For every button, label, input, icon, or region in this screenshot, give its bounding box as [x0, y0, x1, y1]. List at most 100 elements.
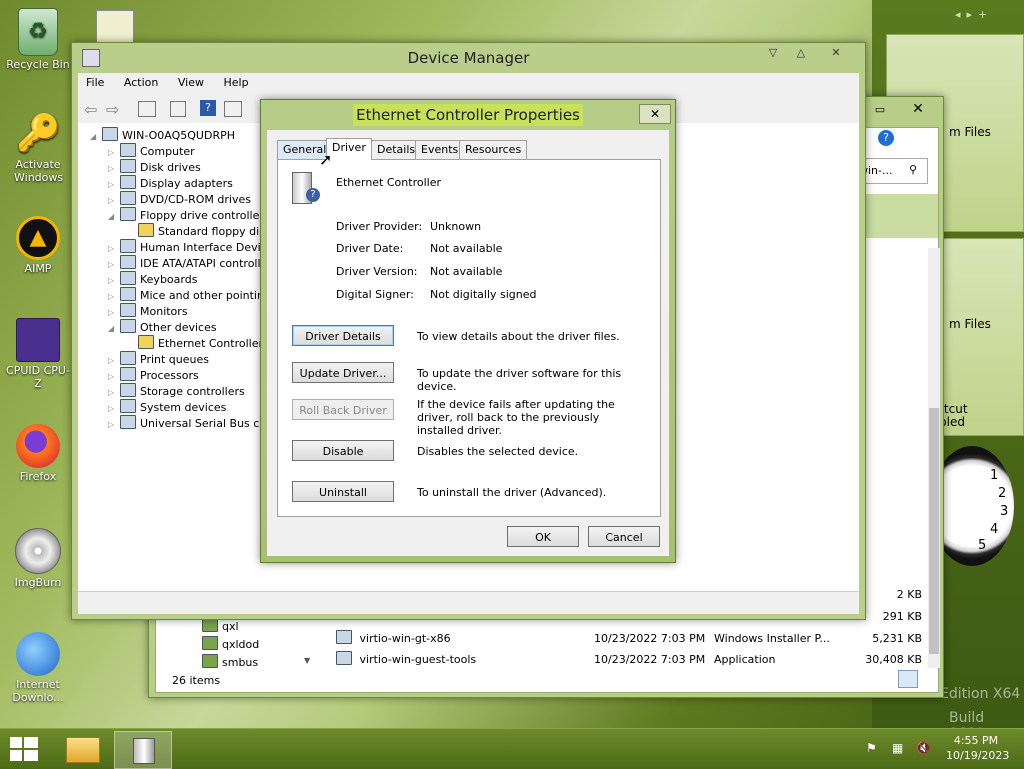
- folder-pane: qxl qxldod smbus ▼: [156, 616, 312, 676]
- driver-details-button[interactable]: Driver Details: [292, 325, 394, 346]
- back-arrow-icon[interactable]: ⇦: [84, 100, 97, 119]
- folder-item-smbus[interactable]: smbus: [156, 652, 312, 673]
- desktop-icon-cpuz[interactable]: CPUID CPU-Z: [4, 318, 72, 390]
- tree-item[interactable]: ◢ Floppy drive controllers: [90, 207, 270, 223]
- tree-item-label: Processors: [140, 369, 199, 382]
- tree-item[interactable]: ▷ Print queues: [90, 351, 209, 367]
- chevron-down-icon[interactable]: ▼: [304, 656, 310, 665]
- tree-item[interactable]: ▷ IDE ATA/ATAPI controlle: [90, 255, 267, 271]
- desktop-icon-activate-windows[interactable]: 🔑 Activate Windows: [4, 112, 72, 184]
- driver-provider-value: Unknown: [430, 220, 482, 233]
- properties-grid-icon[interactable]: [138, 101, 156, 117]
- tree-item[interactable]: ▷ Disk drives: [90, 159, 201, 175]
- minimize-button[interactable]: ▽: [760, 43, 786, 63]
- tab-events[interactable]: Events: [415, 140, 465, 159]
- dialog-close-button[interactable]: ✕: [639, 104, 671, 124]
- device-name: Ethernet Controller: [336, 176, 441, 189]
- tree-item[interactable]: ▷ Computer: [90, 143, 195, 159]
- desktop-icon-imgburn[interactable]: ImgBurn: [4, 528, 72, 589]
- tree-item[interactable]: ▷ Human Interface Devices: [90, 239, 270, 255]
- tree-item[interactable]: ▷ Universal Serial Bus contr: [90, 415, 270, 431]
- document-icon[interactable]: [170, 101, 186, 117]
- update-driver-button[interactable]: Update Driver...: [292, 362, 394, 383]
- device-category-icon: [120, 415, 136, 429]
- tree-item[interactable]: Ethernet Controller: [90, 335, 263, 351]
- desktop-icon-recycle-bin[interactable]: ♻ Recycle Bin: [4, 8, 72, 71]
- disable-button[interactable]: Disable: [292, 440, 394, 461]
- folder-icon: [202, 618, 218, 632]
- explorer-close-button[interactable]: ✕: [905, 101, 931, 119]
- taskbar-file-explorer[interactable]: [56, 731, 108, 767]
- properties-dialog[interactable]: Ethernet Controller Properties ✕ General…: [260, 99, 676, 563]
- menu-help[interactable]: Help: [215, 73, 256, 93]
- tree-item-label: Ethernet Controller: [158, 337, 263, 350]
- taskbar: ⚑ ▦ 🔇 4:55 PM 10/19/2023: [0, 728, 1024, 769]
- grid-icon[interactable]: [224, 101, 242, 117]
- unknown-device-icon: ?: [306, 188, 320, 202]
- tree-item[interactable]: ▷ Mice and other pointing d: [90, 287, 270, 303]
- tree-item[interactable]: ◢ Other devices: [90, 319, 217, 335]
- flag-icon[interactable]: ⚑: [866, 741, 880, 755]
- desktop-icon-aimp[interactable]: ▲ AIMP: [4, 216, 72, 275]
- file-size-partial: 291 KB: [882, 610, 922, 623]
- volume-muted-icon[interactable]: 🔇: [916, 741, 931, 755]
- uninstall-button[interactable]: Uninstall: [292, 481, 394, 502]
- tree-item[interactable]: ▷ System devices: [90, 399, 226, 415]
- tab-details[interactable]: Details: [371, 140, 422, 159]
- large-icons-view-button[interactable]: [920, 670, 934, 686]
- forward-arrow-icon[interactable]: ⇨: [106, 100, 119, 119]
- tree-item[interactable]: ▷ DVD/CD-ROM drives: [90, 191, 251, 207]
- explorer-scrollbar[interactable]: [928, 248, 940, 668]
- tree-item[interactable]: Standard floppy disk: [90, 223, 270, 239]
- help-icon[interactable]: ?: [878, 130, 894, 146]
- start-button[interactable]: [10, 737, 38, 761]
- close-button[interactable]: ✕: [816, 43, 856, 63]
- search-icon[interactable]: ⚲: [909, 163, 917, 176]
- tree-item[interactable]: ▷ Storage controllers: [90, 383, 245, 399]
- menu-action[interactable]: Action: [116, 73, 166, 93]
- desktop-icon-internet-download[interactable]: Internet Downlo...: [4, 632, 72, 704]
- folder-name: qxldod: [222, 638, 260, 651]
- file-size: 30,408 KB: [865, 653, 922, 666]
- expand-closed-icon[interactable]: ▷: [108, 417, 120, 433]
- tree-item[interactable]: ▷ Processors: [90, 367, 199, 383]
- ok-button[interactable]: OK: [507, 526, 579, 547]
- scrollbar-thumb[interactable]: [929, 408, 939, 654]
- tree-item[interactable]: ◢ WIN-O0AQ5QUDRPH: [90, 127, 235, 143]
- gadget-nav-arrows[interactable]: ◂▸+: [955, 8, 993, 21]
- menu-file[interactable]: File: [78, 73, 112, 93]
- roll-back-driver-button[interactable]: Roll Back Driver: [292, 399, 394, 420]
- details-view-button[interactable]: [898, 670, 918, 688]
- tree-item[interactable]: ▷ Keyboards: [90, 271, 197, 287]
- taskbar-device-manager[interactable]: [114, 731, 172, 769]
- desktop-file-icon[interactable]: [96, 10, 134, 46]
- desktop-icon-firefox[interactable]: Firefox: [4, 424, 72, 483]
- maximize-button[interactable]: △: [788, 43, 814, 63]
- tree-item-label: Floppy drive controllers: [140, 209, 270, 222]
- clock-number: 5: [978, 538, 987, 553]
- tree-item-label: Other devices: [140, 321, 217, 334]
- device-category-icon: [120, 303, 136, 317]
- file-row[interactable]: virtio-win-guest-tools 10/23/2022 7:03 P…: [336, 649, 926, 670]
- explorer-restore-button[interactable]: ▭: [869, 103, 891, 121]
- clock[interactable]: 4:55 PM 10/19/2023: [946, 733, 1009, 763]
- tree-item[interactable]: ▷ Display adapters: [90, 175, 233, 191]
- tree-item[interactable]: ▷ Monitors: [90, 303, 188, 319]
- desktop-icon-label: CPUID CPU-Z: [6, 364, 70, 390]
- application-icon: [336, 651, 352, 665]
- network-icon[interactable]: ▦: [892, 741, 906, 755]
- update-driver-desc: To update the driver software for this d…: [417, 367, 622, 393]
- tab-driver[interactable]: Driver: [326, 138, 372, 160]
- tab-resources[interactable]: Resources: [459, 140, 528, 159]
- windows-logo-pane: [10, 750, 22, 761]
- menu-view[interactable]: View: [170, 73, 212, 93]
- desktop-icon-label: Activate Windows: [14, 158, 64, 184]
- file-row[interactable]: virtio-win-gt-x86 10/23/2022 7:03 PM Win…: [336, 628, 926, 649]
- cancel-button[interactable]: Cancel: [588, 526, 660, 547]
- help-icon[interactable]: ?: [200, 100, 216, 116]
- clock-number: 2: [998, 486, 1007, 501]
- tree-item-label: Standard floppy disk: [158, 225, 270, 238]
- windows-logo-pane: [24, 737, 38, 748]
- tree-item-label: Storage controllers: [140, 385, 245, 398]
- device-category-icon: [120, 271, 136, 285]
